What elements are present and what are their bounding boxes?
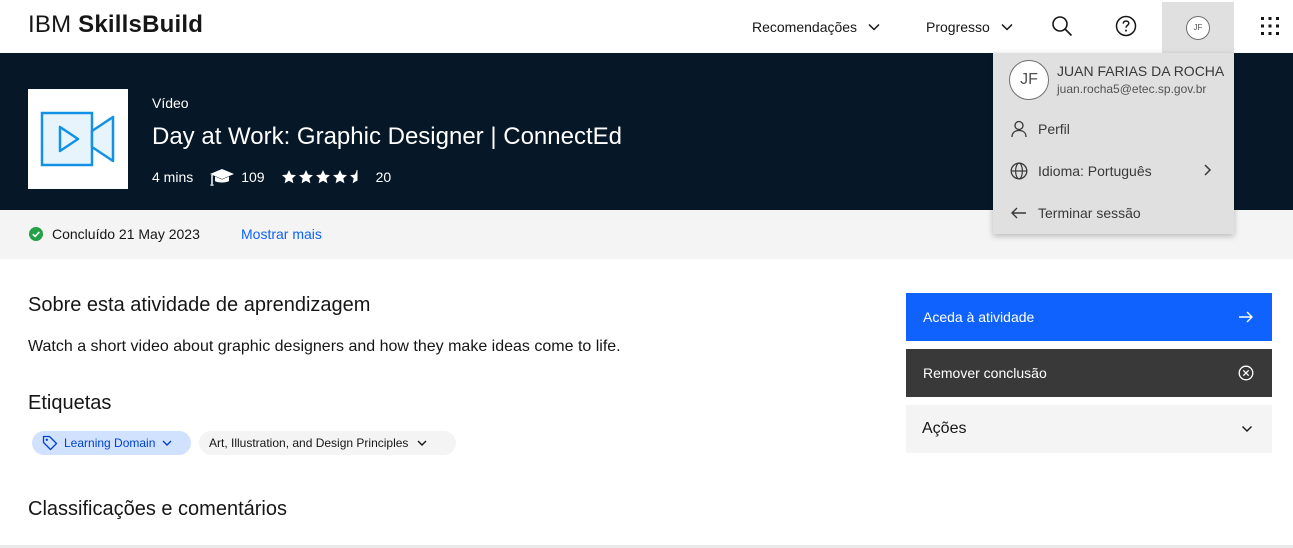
nav-recommendations-label: Recomendações bbox=[752, 18, 858, 35]
content-type-label: Vídeo bbox=[152, 95, 189, 111]
activity-thumbnail bbox=[28, 89, 128, 189]
tag-label: Learning Domain bbox=[64, 436, 156, 450]
apps-grid-icon bbox=[1261, 17, 1279, 35]
about-heading: Sobre esta atividade de aprendizagem bbox=[28, 294, 371, 316]
star-icon bbox=[298, 170, 313, 184]
ratings-heading: Classificações e comentários bbox=[28, 498, 287, 520]
actions-dropdown[interactable]: Ações bbox=[906, 405, 1272, 453]
search-button[interactable] bbox=[1038, 2, 1086, 50]
tag-learning-domain[interactable]: Learning Domain bbox=[32, 431, 191, 455]
rating-count: 20 bbox=[375, 169, 392, 185]
help-button[interactable] bbox=[1102, 2, 1150, 50]
user-menu-button[interactable]: JF bbox=[1162, 2, 1234, 53]
chevron-down-icon bbox=[416, 437, 428, 449]
access-activity-button[interactable]: Aceda à atividade bbox=[906, 293, 1272, 341]
activity-meta: 4 mins 109 20 bbox=[152, 166, 391, 188]
avatar: JF bbox=[1186, 15, 1210, 40]
menu-item-logout[interactable]: Terminar sessão bbox=[993, 193, 1234, 233]
nav-recommendations[interactable]: Recomendações bbox=[752, 0, 881, 53]
enrolled-count: 109 bbox=[241, 169, 265, 185]
menu-item-profile[interactable]: Perfil bbox=[993, 109, 1234, 149]
menu-item-label: Perfil bbox=[1038, 121, 1070, 137]
star-icon bbox=[332, 170, 347, 184]
tags-heading: Etiquetas bbox=[28, 392, 112, 414]
nav-progress-label: Progresso bbox=[926, 18, 990, 35]
nav-progress[interactable]: Progresso bbox=[926, 0, 1014, 53]
profile-email: juan.rocha5@etec.sp.gov.br bbox=[1057, 82, 1207, 96]
chevron-down-icon bbox=[1242, 426, 1252, 432]
globe-icon bbox=[1010, 162, 1028, 180]
check-circle-icon bbox=[29, 227, 43, 241]
profile-name: JUAN FARIAS DA ROCHA bbox=[1057, 63, 1225, 79]
top-header: IBM SkillsBuild Recomendações Progresso … bbox=[0, 0, 1293, 53]
chevron-right-icon bbox=[1200, 163, 1214, 177]
chevron-down-icon bbox=[868, 23, 880, 31]
arrow-left-icon bbox=[1010, 204, 1028, 222]
help-icon bbox=[1115, 15, 1137, 37]
star-icon bbox=[349, 170, 358, 184]
chevron-down-icon bbox=[161, 437, 173, 449]
show-more-link[interactable]: Mostrar mais bbox=[241, 226, 322, 242]
tag-label: Art, Illustration, and Design Principles bbox=[209, 436, 409, 450]
arrow-right-icon bbox=[1239, 311, 1253, 323]
profile-menu: JF JUAN FARIAS DA ROCHA juan.rocha5@etec… bbox=[993, 53, 1234, 234]
rating-stars bbox=[281, 169, 366, 185]
menu-item-label: Idioma: Português bbox=[1038, 163, 1152, 179]
search-icon bbox=[1052, 16, 1073, 37]
user-icon bbox=[1010, 120, 1028, 138]
remove-completion-button[interactable]: Remover conclusão bbox=[906, 349, 1272, 397]
access-activity-label: Aceda à atividade bbox=[923, 309, 1035, 325]
menu-item-language[interactable]: Idioma: Português bbox=[993, 151, 1234, 191]
about-description: Watch a short video about graphic design… bbox=[28, 338, 621, 355]
remove-completion-label: Remover conclusão bbox=[923, 365, 1047, 381]
video-camera-icon bbox=[40, 111, 115, 167]
duration: 4 mins bbox=[152, 169, 194, 185]
close-circle-icon bbox=[1238, 365, 1254, 381]
page-title: Day at Work: Graphic Designer | ConnectE… bbox=[152, 123, 622, 150]
brand-logo[interactable]: IBM SkillsBuild bbox=[28, 11, 203, 39]
star-icon bbox=[315, 170, 330, 184]
graduation-cap-icon bbox=[209, 168, 235, 186]
brand-prefix: IBM bbox=[28, 11, 72, 38]
app-switcher-button[interactable] bbox=[1246, 2, 1293, 50]
chevron-down-icon bbox=[1001, 23, 1013, 31]
completion-status: Concluído 21 May 2023 bbox=[52, 226, 200, 242]
actions-dropdown-label: Ações bbox=[922, 420, 967, 437]
tag-art-design[interactable]: Art, Illustration, and Design Principles bbox=[199, 431, 456, 455]
star-icon bbox=[281, 170, 296, 184]
avatar: JF bbox=[1009, 60, 1049, 100]
menu-item-label: Terminar sessão bbox=[1038, 205, 1141, 221]
brand-name: SkillsBuild bbox=[78, 11, 204, 38]
tag-icon bbox=[42, 435, 58, 451]
